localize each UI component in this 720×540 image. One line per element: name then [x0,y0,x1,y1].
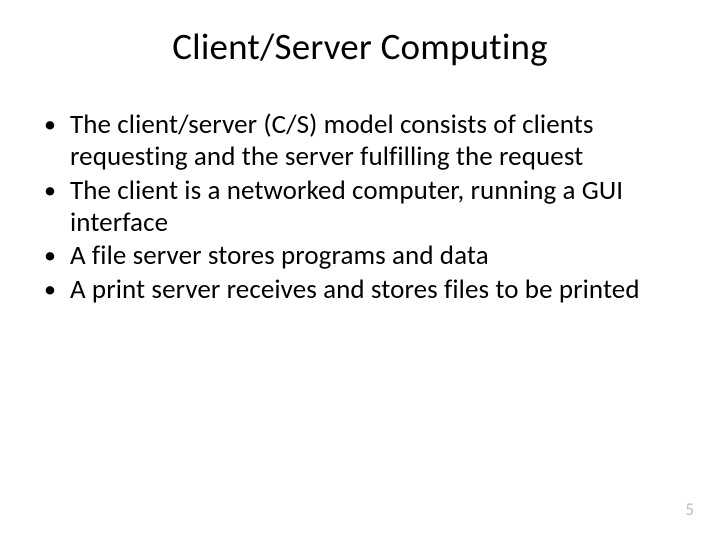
page-number: 5 [685,499,694,520]
bullet-list: The client/server (C/S) model consists o… [40,109,680,306]
slide-body: The client/server (C/S) model consists o… [0,69,720,306]
slide-title: Client/Server Computing [0,0,720,69]
bullet-item: The client is a networked computer, runn… [40,175,680,239]
bullet-item: A file server stores programs and data [40,240,680,272]
bullet-item: A print server receives and stores files… [40,274,680,306]
slide: Client/Server Computing The client/serve… [0,0,720,540]
bullet-item: The client/server (C/S) model consists o… [40,109,680,173]
